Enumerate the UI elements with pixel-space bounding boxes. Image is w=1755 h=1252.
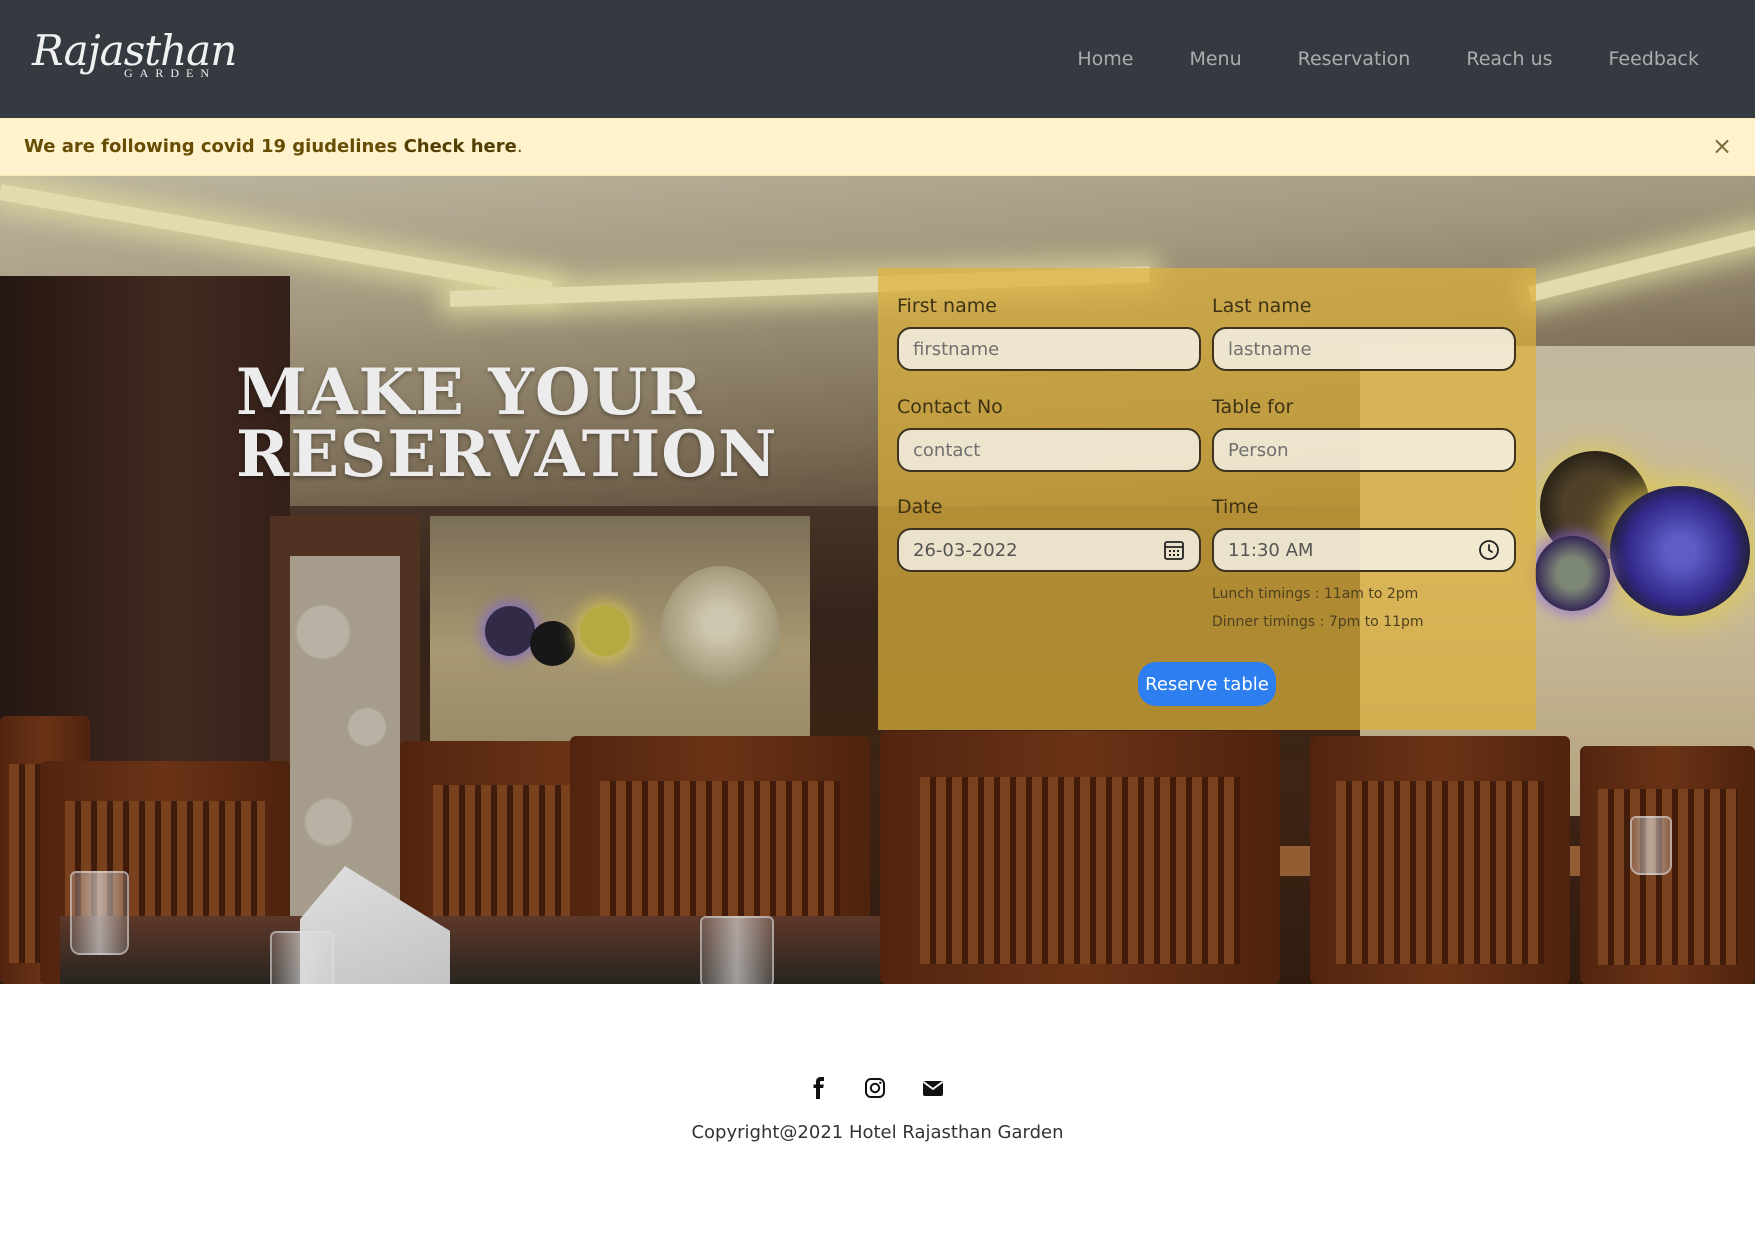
covid-alert: We are following covid 19 giudelines Che… — [0, 118, 1755, 176]
last-name-label: Last name — [1212, 295, 1312, 317]
time-label: Time — [1212, 496, 1259, 518]
nav-links: Home Menu Reservation Reach us Feedback — [1049, 0, 1727, 118]
time-field: Time — [1212, 496, 1516, 572]
date-field: Date — [897, 496, 1201, 572]
logo-subtitle: GARDEN — [124, 66, 216, 80]
hero-title-line-1: MAKE YOUR — [236, 355, 703, 430]
alert-check-here-link[interactable]: Check here — [404, 136, 517, 157]
reserve-table-button[interactable]: Reserve table — [1138, 662, 1276, 706]
email-icon[interactable] — [920, 1075, 946, 1101]
hero-title: MAKE YOUR RESERVATION — [236, 355, 796, 492]
instagram-icon[interactable] — [862, 1075, 888, 1101]
contact-label: Contact No — [897, 396, 1003, 418]
time-input-wrap — [1212, 528, 1516, 572]
date-input[interactable] — [897, 528, 1201, 572]
time-input[interactable] — [1212, 528, 1516, 572]
dinner-timings-hint: Dinner timings : 7pm to 11pm — [1212, 614, 1424, 630]
alert-suffix: . — [516, 136, 523, 157]
nav-link-reach-us[interactable]: Reach us — [1438, 48, 1580, 70]
clock-icon[interactable] — [1478, 539, 1500, 561]
last-name-input[interactable] — [1212, 327, 1516, 371]
hero-section: MAKE YOUR RESERVATION First name Last na… — [0, 176, 1755, 984]
calendar-icon[interactable] — [1163, 539, 1185, 561]
first-name-field: First name — [897, 295, 1201, 371]
hero-title-line-2: RESERVATION — [236, 417, 778, 492]
date-input-wrap — [897, 528, 1201, 572]
contact-field: Contact No — [897, 396, 1201, 472]
nav-link-feedback[interactable]: Feedback — [1581, 48, 1727, 70]
table-for-input[interactable] — [1212, 428, 1516, 472]
nav-link-menu[interactable]: Menu — [1161, 48, 1269, 70]
brand-logo[interactable]: Rajasthan GARDEN — [32, 26, 237, 90]
close-icon[interactable]: × — [1711, 133, 1733, 159]
date-label: Date — [897, 496, 943, 518]
table-for-field: Table for — [1212, 396, 1516, 472]
first-name-input[interactable] — [897, 327, 1201, 371]
lunch-timings-hint: Lunch timings : 11am to 2pm — [1212, 586, 1419, 602]
table-for-label: Table for — [1212, 396, 1294, 418]
alert-text: We are following covid 19 giudelines — [24, 136, 404, 157]
facebook-icon[interactable] — [806, 1075, 832, 1101]
social-links — [806, 1075, 956, 1101]
navbar: Rajasthan GARDEN Home Menu Reservation R… — [0, 0, 1755, 118]
first-name-label: First name — [897, 295, 997, 317]
last-name-field: Last name — [1212, 295, 1516, 371]
contact-input[interactable] — [897, 428, 1201, 472]
nav-link-home[interactable]: Home — [1049, 48, 1161, 70]
copyright-text: Copyright@2021 Hotel Rajasthan Garden — [691, 1122, 1064, 1143]
nav-link-reservation[interactable]: Reservation — [1270, 48, 1439, 70]
reservation-form: First name Last name Contact No Table fo… — [878, 268, 1536, 730]
alert-message: We are following covid 19 giudelines Che… — [24, 136, 523, 157]
